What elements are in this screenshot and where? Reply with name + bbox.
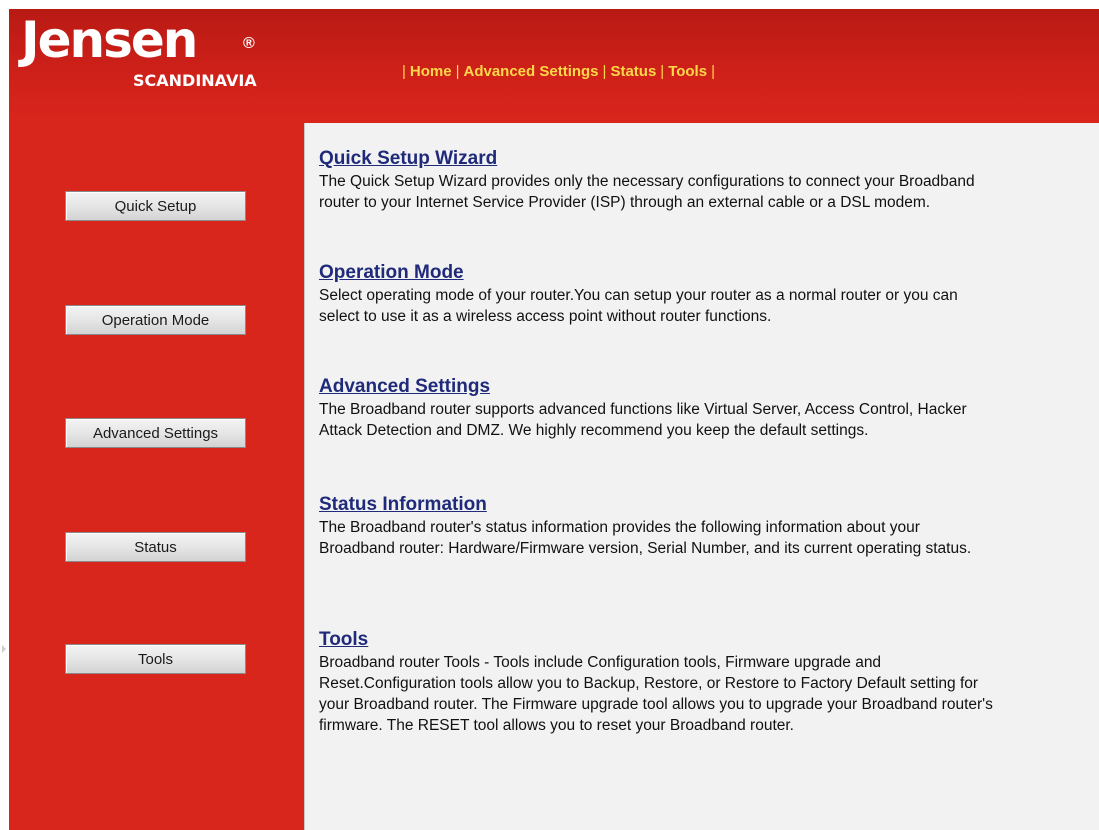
nav-link-advanced-settings[interactable]: Advanced Settings <box>464 63 599 80</box>
section-text-quick-setup-wizard: The Quick Setup Wizard provides only the… <box>319 173 975 211</box>
nav-link-home[interactable]: Home <box>410 63 452 80</box>
section-text-status-information: The Broadband router's status informatio… <box>319 519 972 557</box>
section-text-tools: Broadband router Tools - Tools include C… <box>319 654 993 734</box>
advanced-settings-button[interactable]: Advanced Settings <box>65 418 246 448</box>
logo-subtitle: SCANDINAVIA <box>133 71 257 90</box>
nav-link-tools[interactable]: Tools <box>668 63 707 80</box>
section-status-information: Status Information The Broadband router'… <box>319 493 999 559</box>
nav-link-status[interactable]: Status <box>610 63 656 80</box>
logo-wordmark: Jensen <box>21 11 198 69</box>
quick-setup-button[interactable]: Quick Setup <box>65 191 246 221</box>
operation-mode-button[interactable]: Operation Mode <box>65 305 246 335</box>
header-bar: Jensen ® SCANDINAVIA | Home | Advanced Sett… <box>9 9 1099 123</box>
section-text-advanced-settings: The Broadband router supports advanced f… <box>319 401 967 439</box>
top-navigation: | Home | Advanced Settings | Status | Tools | <box>402 63 715 80</box>
section-title-advanced-settings[interactable]: Advanced Settings <box>319 375 999 399</box>
status-button[interactable]: Status <box>65 532 246 562</box>
registered-mark: ® <box>243 35 255 52</box>
section-title-operation-mode[interactable]: Operation Mode <box>319 261 999 285</box>
jensen-logo: Jensen ® SCANDINAVIA <box>21 15 321 101</box>
section-title-quick-setup-wizard[interactable]: Quick Setup Wizard <box>319 147 999 171</box>
section-tools: Tools Broadband router Tools - Tools inc… <box>319 628 999 736</box>
section-operation-mode: Operation Mode Select operating mode of … <box>319 261 999 327</box>
sidebar: Quick Setup Operation Mode Advanced Sett… <box>9 123 305 830</box>
tools-button[interactable]: Tools <box>65 644 246 674</box>
section-text-operation-mode: Select operating mode of your router.You… <box>319 287 958 325</box>
main-content: Quick Setup Wizard The Quick Setup Wizar… <box>304 123 1099 830</box>
section-quick-setup-wizard: Quick Setup Wizard The Quick Setup Wizar… <box>319 147 999 213</box>
page-frame: Jensen ® SCANDINAVIA | Home | Advanced Sett… <box>9 9 1099 830</box>
section-title-tools[interactable]: Tools <box>319 628 999 652</box>
section-title-status-information[interactable]: Status Information <box>319 493 999 517</box>
section-advanced-settings: Advanced Settings The Broadband router s… <box>319 375 999 441</box>
left-edge-arrow-icon <box>2 645 6 653</box>
